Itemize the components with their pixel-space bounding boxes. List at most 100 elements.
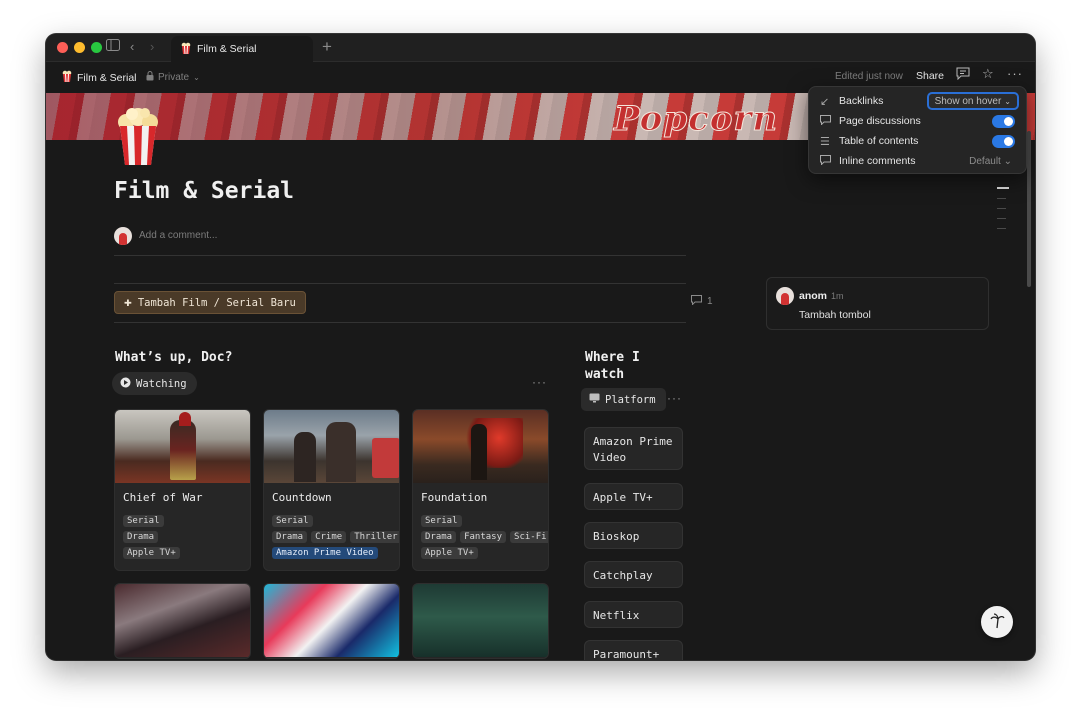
- platform-item[interactable]: Netflix: [584, 601, 683, 628]
- view-tab-label: Platform: [605, 393, 656, 406]
- more-options-icon[interactable]: ···: [667, 391, 682, 405]
- card-title: Countdown: [272, 491, 332, 504]
- page-discussions-row[interactable]: Page discussions: [809, 111, 1026, 131]
- page-title: Film & Serial: [114, 178, 295, 204]
- sidebar-toggle-icon[interactable]: [106, 39, 120, 55]
- tag: Serial: [123, 515, 164, 527]
- type-tags: Serial: [264, 515, 399, 527]
- page-popcorn-icon[interactable]: [116, 108, 160, 171]
- page-discussions-toggle[interactable]: [992, 114, 1015, 128]
- gallery-card[interactable]: Foundation Serial Drama Fantasy Sci-Fi A…: [412, 409, 549, 571]
- share-button[interactable]: Share: [916, 70, 944, 82]
- toc-toggle[interactable]: [992, 134, 1015, 148]
- toc-row[interactable]: ☰ Table of contents: [809, 131, 1026, 151]
- minimize-window-button[interactable]: [74, 42, 85, 53]
- tag: Drama: [123, 531, 159, 543]
- gallery-card[interactable]: Countdown Serial Drama Crime Thriller Am…: [263, 409, 400, 571]
- tag: Thriller: [350, 531, 399, 543]
- back-icon[interactable]: ‹: [130, 39, 134, 55]
- tab-title: Film & Serial: [197, 43, 257, 55]
- platform-item[interactable]: Bioskop: [584, 522, 683, 549]
- help-button[interactable]: [981, 606, 1013, 638]
- tag: Apple TV+: [123, 547, 180, 559]
- platform-item[interactable]: Paramount+: [584, 640, 683, 660]
- inline-comments-label: Inline comments: [839, 155, 916, 167]
- maximize-window-button[interactable]: [91, 42, 102, 53]
- avatar: [776, 287, 794, 305]
- card-cover-image: [264, 410, 399, 483]
- window-controls: [57, 42, 102, 53]
- play-icon: [120, 377, 131, 391]
- list-icon: ☰: [820, 135, 830, 148]
- lock-icon: [146, 71, 154, 84]
- app-window: ‹ › Film & Serial + Film & Serial Privat…: [46, 34, 1035, 660]
- comment-input[interactable]: Add a comment...: [139, 230, 217, 241]
- comment-icon: [820, 154, 831, 168]
- divider: [114, 283, 686, 284]
- tag: Serial: [421, 515, 462, 527]
- popcorn-icon: [181, 42, 191, 57]
- tag: Amazon Prime Video: [272, 547, 378, 559]
- popcorn-icon: [62, 70, 72, 85]
- tag: Drama: [421, 531, 457, 543]
- comments-icon[interactable]: [956, 67, 970, 83]
- plus-icon: ✚: [124, 295, 132, 310]
- inline-comments-row[interactable]: Inline comments Default ⌄: [809, 151, 1026, 171]
- card-title: Foundation: [421, 491, 488, 504]
- chevron-down-icon: ⌄: [193, 73, 200, 82]
- view-tab-platform[interactable]: Platform: [581, 388, 666, 411]
- platform-tags: Apple TV+: [115, 547, 250, 559]
- forward-icon[interactable]: ›: [150, 39, 154, 55]
- discussion-icon: [820, 114, 831, 128]
- edited-status: Edited just now: [835, 71, 903, 82]
- breadcrumb[interactable]: Film & Serial: [62, 70, 137, 85]
- card-cover-image: [413, 410, 548, 483]
- platform-item[interactable]: Apple TV+: [584, 483, 683, 510]
- card-cover-image: [413, 584, 548, 657]
- table-of-contents[interactable]: [997, 187, 1009, 238]
- close-window-button[interactable]: [57, 42, 68, 53]
- gallery-card[interactable]: [263, 583, 400, 659]
- gallery-card[interactable]: [412, 583, 549, 659]
- privacy-label: Private: [158, 72, 190, 83]
- title-bar: ‹ › Film & Serial +: [46, 34, 1035, 62]
- watching-title: What’s up, Doc?: [115, 350, 233, 365]
- star-icon[interactable]: ☆: [982, 66, 994, 82]
- backlinks-select[interactable]: Show on hover ⌄: [926, 92, 1019, 110]
- backlink-arrow-icon: ↙: [820, 95, 830, 108]
- inline-comments-value[interactable]: Default ⌄: [969, 156, 1012, 167]
- chevron-down-icon: ⌄: [1004, 96, 1011, 106]
- card-cover-image: [115, 410, 250, 483]
- comment-card[interactable]: anom 1m Tambah tombol: [766, 277, 989, 330]
- avatar: [114, 227, 132, 245]
- add-film-button[interactable]: ✚ Tambah Film / Serial Baru: [114, 291, 306, 314]
- tag: Drama: [272, 531, 308, 543]
- card-title: Chief of War: [123, 491, 203, 504]
- comment-count[interactable]: 1: [691, 295, 713, 308]
- privacy-selector[interactable]: Private ⌄: [146, 71, 200, 84]
- view-tab-watching[interactable]: Watching: [112, 372, 197, 395]
- comment-user: anom: [799, 290, 828, 302]
- backlinks-row[interactable]: ↙ Backlinks Show on hover ⌄: [809, 91, 1026, 111]
- more-options-icon[interactable]: ···: [1007, 66, 1023, 81]
- comment-time: 1m: [831, 291, 844, 301]
- add-comment-row[interactable]: Add a comment...: [114, 227, 686, 256]
- card-cover-image: [264, 584, 399, 657]
- backlinks-value: Show on hover: [934, 95, 1002, 107]
- platform-item[interactable]: Catchplay: [584, 561, 683, 588]
- new-tab-icon[interactable]: +: [322, 37, 332, 57]
- tag: Serial: [272, 515, 313, 527]
- type-tags: Serial: [413, 515, 548, 527]
- card-cover-image: [115, 584, 250, 657]
- tag: Apple TV+: [421, 547, 478, 559]
- tag: Sci-Fi: [510, 531, 548, 543]
- platforms-title: Where I watch: [585, 350, 640, 382]
- genre-tags: Drama: [115, 531, 250, 543]
- gallery-card[interactable]: Chief of War Serial Drama Apple TV+: [114, 409, 251, 571]
- more-options-icon[interactable]: ···: [532, 375, 547, 389]
- platform-item[interactable]: Amazon Prime Video: [584, 427, 683, 470]
- comment-count-value: 1: [707, 296, 713, 307]
- gallery-card[interactable]: [114, 583, 251, 659]
- scrollbar[interactable]: [1027, 131, 1031, 287]
- browser-tab[interactable]: Film & Serial: [171, 36, 313, 62]
